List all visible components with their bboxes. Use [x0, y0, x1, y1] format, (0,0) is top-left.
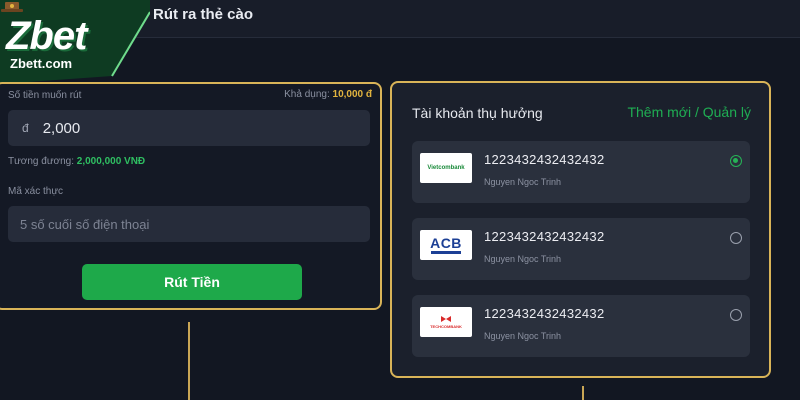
- techcombank-emblem-icon: [441, 316, 451, 322]
- account-number: 1223432432432432: [484, 229, 605, 244]
- vietcombank-logo: Vietcombank: [420, 153, 472, 183]
- acb-logo: ACB: [420, 230, 472, 260]
- equivalent-label: Tương đương:: [8, 156, 74, 167]
- account-select-radio[interactable]: [730, 309, 742, 321]
- accounts-title: Tài khoản thụ hưởng: [412, 105, 543, 121]
- account-select-radio[interactable]: [730, 155, 742, 167]
- withdraw-form-panel: Số tiền muốn rút Khả dụng: 10,000 đ đ 2,…: [0, 82, 382, 310]
- account-holder: Nguyen Ngoc Trinh: [484, 177, 562, 187]
- logo-wordmark: Zbet: [6, 14, 87, 58]
- account-card-techcombank[interactable]: TECHCOMBANK 1223432432432432 Nguyen Ngoc…: [412, 295, 750, 357]
- amount-input[interactable]: đ 2,000: [8, 110, 370, 146]
- acb-logo-text: ACB: [430, 235, 462, 251]
- equivalent-value: 2,000,000 VNĐ: [76, 156, 146, 167]
- available-balance: Khả dụng: 10,000 đ: [284, 89, 372, 100]
- beneficiary-accounts-panel: Tài khoản thụ hưởng Thêm mới / Quản lý V…: [390, 81, 771, 378]
- hat-icon: [1, 2, 23, 12]
- account-number: 1223432432432432: [484, 306, 605, 321]
- amount-value: 2,000: [42, 119, 81, 137]
- account-card-vietcombank[interactable]: Vietcombank 1223432432432432 Nguyen Ngoc…: [412, 141, 750, 203]
- techcombank-logo: TECHCOMBANK: [420, 307, 472, 337]
- withdraw-button[interactable]: Rút Tiền: [82, 264, 302, 300]
- verification-code-input[interactable]: [8, 206, 370, 242]
- vietcombank-logo-text: Vietcombank: [427, 165, 465, 171]
- connector-line-right: [582, 386, 584, 400]
- techcombank-logo-text: TECHCOMBANK: [430, 324, 462, 329]
- currency-symbol: đ: [22, 121, 29, 135]
- brand-logo[interactable]: Zbet Zbett.com: [0, 0, 150, 92]
- available-label: Khả dụng:: [284, 89, 330, 100]
- account-holder: Nguyen Ngoc Trinh: [484, 331, 562, 341]
- logo-site-url: Zbett.com: [10, 56, 73, 71]
- equivalent-amount: Tương đương: 2,000,000 VNĐ: [8, 156, 145, 167]
- account-number: 1223432432432432: [484, 152, 605, 167]
- verification-code-label: Mã xác thực: [8, 186, 64, 197]
- amount-label: Số tiền muốn rút: [8, 90, 82, 101]
- page-title: Rút ra thẻ cào: [153, 6, 254, 23]
- account-holder: Nguyen Ngoc Trinh: [484, 254, 562, 264]
- add-manage-accounts-link[interactable]: Thêm mới / Quản lý: [627, 104, 751, 120]
- acb-logo-bar: [431, 251, 461, 254]
- account-card-acb[interactable]: ACB 1223432432432432 Nguyen Ngoc Trinh: [412, 218, 750, 280]
- available-value: 10,000 đ: [332, 89, 372, 100]
- account-select-radio[interactable]: [730, 232, 742, 244]
- connector-line-left: [188, 322, 190, 400]
